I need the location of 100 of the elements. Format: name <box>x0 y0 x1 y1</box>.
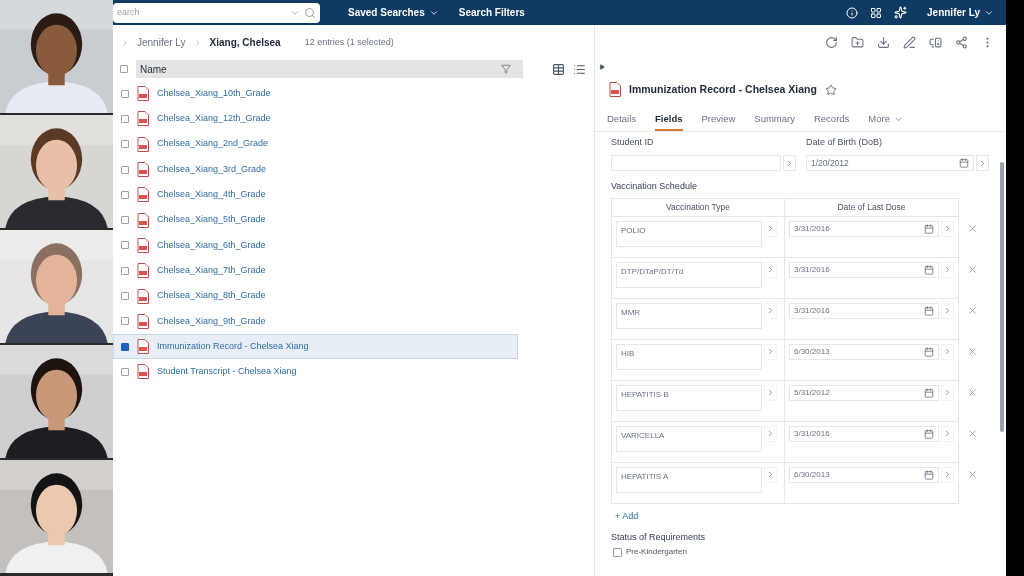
close-icon[interactable] <box>967 386 978 398</box>
file-name[interactable]: Chelsea_Xiang_12th_Grade <box>157 112 271 126</box>
calendar-icon[interactable] <box>924 223 934 234</box>
date-field[interactable]: 6/30/2013 <box>789 343 939 360</box>
column-header[interactable]: Name <box>136 60 523 78</box>
date-field[interactable]: 5/31/2012 <box>789 384 939 401</box>
scrollbar[interactable] <box>1000 161 1004 432</box>
breadcrumb-link[interactable]: Jennifer Ly <box>137 35 186 50</box>
calendar-icon[interactable] <box>924 387 934 398</box>
download-icon[interactable] <box>877 36 890 49</box>
file-name[interactable]: Chelsea_Xiang_2nd_Grade <box>157 137 269 151</box>
close-icon[interactable] <box>967 468 978 480</box>
filter-icon[interactable] <box>501 64 511 74</box>
speaker-icon[interactable] <box>929 36 942 49</box>
next-button[interactable] <box>976 155 989 172</box>
file-row[interactable]: Chelsea_Xiang_5th_Grade <box>113 207 518 233</box>
calendar-icon[interactable] <box>924 469 934 480</box>
row-checkbox[interactable] <box>121 216 129 225</box>
date-field[interactable]: 3/31/2016 <box>789 220 939 237</box>
add-link[interactable]: + Add <box>615 509 639 524</box>
file-name[interactable]: Chelsea_Xiang_10th_Grade <box>157 86 271 101</box>
vaccine-type-field[interactable]: HEPATITIS A <box>616 466 762 493</box>
row-checkbox[interactable] <box>121 317 129 326</box>
tab[interactable]: Records <box>813 109 850 131</box>
file-name[interactable]: Chelsea_Xiang_6th_Grade <box>157 238 266 253</box>
close-icon[interactable] <box>967 304 978 316</box>
file-row[interactable]: Chelsea_Xiang_9th_Grade <box>113 308 518 334</box>
list-view-icon[interactable] <box>573 62 586 76</box>
file-row[interactable]: Chelsea_Xiang_6th_Grade <box>113 232 518 259</box>
row-checkbox[interactable] <box>121 292 129 300</box>
file-row[interactable]: Chelsea_Xiang_2nd_Grade <box>113 131 518 157</box>
apps-icon[interactable] <box>870 6 882 19</box>
row-checkbox[interactable] <box>121 367 129 376</box>
file-name[interactable]: Chelsea_Xiang_7th_Grade <box>157 263 266 278</box>
file-name[interactable]: Immunization Record - Chelsea Xiang <box>157 339 309 354</box>
folder-add-icon[interactable] <box>851 36 864 49</box>
vaccine-type-field[interactable]: DTP/DTaP/DT/Td <box>616 261 762 288</box>
file-name[interactable]: Chelsea_Xiang_5th_Grade <box>157 213 266 227</box>
vaccine-type-field[interactable]: MMR <box>616 302 762 329</box>
next-button[interactable] <box>941 343 954 360</box>
file-name[interactable]: Chelsea_Xiang_4th_Grade <box>157 188 266 202</box>
next-button[interactable] <box>764 220 777 237</box>
date-field[interactable]: 6/30/2013 <box>789 466 939 483</box>
calendar-icon[interactable] <box>924 428 934 439</box>
pen-icon[interactable] <box>903 36 916 49</box>
file-row[interactable]: Student Transcript - Chelsea Xiang <box>113 359 518 385</box>
close-icon[interactable] <box>967 222 978 234</box>
file-row[interactable]: Chelsea_Xiang_10th_Grade <box>113 81 518 107</box>
date-of-birth-field[interactable]: 1/20/2012 <box>806 155 974 172</box>
calendar-icon[interactable] <box>924 264 934 275</box>
next-button[interactable] <box>941 220 954 237</box>
file-name[interactable]: Chelsea_Xiang_9th_Grade <box>157 314 266 329</box>
file-row[interactable]: Immunization Record - Chelsea Xiang <box>113 333 518 360</box>
next-button[interactable] <box>764 261 777 278</box>
next-button[interactable] <box>941 425 954 442</box>
row-checkbox[interactable] <box>121 165 129 174</box>
row-checkbox[interactable] <box>121 266 129 275</box>
next-button[interactable] <box>941 261 954 278</box>
file-row[interactable]: Chelsea_Xiang_3rd_Grade <box>113 156 518 183</box>
date-field[interactable]: 3/31/2016 <box>789 302 939 319</box>
calendar-icon[interactable] <box>959 158 969 169</box>
next-button[interactable] <box>764 384 777 401</box>
file-row[interactable]: Chelsea_Xiang_12th_Grade <box>113 106 518 132</box>
file-name[interactable]: Chelsea_Xiang_8th_Grade <box>157 289 266 303</box>
calendar-icon[interactable] <box>924 346 934 357</box>
vaccine-type-field[interactable]: POLIO <box>616 220 762 247</box>
row-checkbox[interactable] <box>121 140 129 149</box>
row-checkbox[interactable] <box>121 241 129 250</box>
date-field[interactable]: 3/31/2016 <box>789 425 939 442</box>
vaccine-type-field[interactable]: VARICELLA <box>616 425 762 452</box>
table-view-icon[interactable] <box>552 62 565 76</box>
calendar-icon[interactable] <box>924 305 934 316</box>
file-name[interactable]: Student Transcript - Chelsea Xiang <box>157 365 297 379</box>
requirement-checkbox[interactable] <box>613 547 622 557</box>
info-icon[interactable] <box>846 6 858 19</box>
next-button[interactable] <box>941 384 954 401</box>
menu-button[interactable]: Search Filters <box>458 5 525 20</box>
menu-button[interactable]: Saved Searches <box>348 5 439 20</box>
file-name[interactable]: Chelsea_Xiang_3rd_Grade <box>157 162 267 177</box>
refresh-icon[interactable] <box>825 36 838 49</box>
next-button[interactable] <box>764 343 777 360</box>
row-checkbox[interactable] <box>121 190 129 199</box>
next-button[interactable] <box>941 302 954 319</box>
row-checkbox[interactable] <box>121 342 129 351</box>
next-button[interactable] <box>941 466 954 483</box>
file-row[interactable]: Chelsea_Xiang_8th_Grade <box>113 283 518 309</box>
search-box[interactable]: earch <box>113 2 320 23</box>
tab[interactable]: Preview <box>701 109 736 131</box>
next-button[interactable] <box>783 155 796 172</box>
sparkle-icon[interactable] <box>894 6 907 19</box>
file-row[interactable]: Chelsea_Xiang_4th_Grade <box>113 182 518 208</box>
close-icon[interactable] <box>967 263 978 275</box>
date-field[interactable]: 3/31/2016 <box>789 261 939 278</box>
next-button[interactable] <box>764 425 777 442</box>
row-checkbox[interactable] <box>121 114 129 123</box>
select-all-checkbox[interactable] <box>120 65 128 73</box>
tab[interactable]: More <box>868 109 903 131</box>
row-checkbox[interactable] <box>121 89 129 98</box>
tab[interactable]: Summary <box>754 109 795 131</box>
file-row[interactable]: Chelsea_Xiang_7th_Grade <box>113 258 518 284</box>
